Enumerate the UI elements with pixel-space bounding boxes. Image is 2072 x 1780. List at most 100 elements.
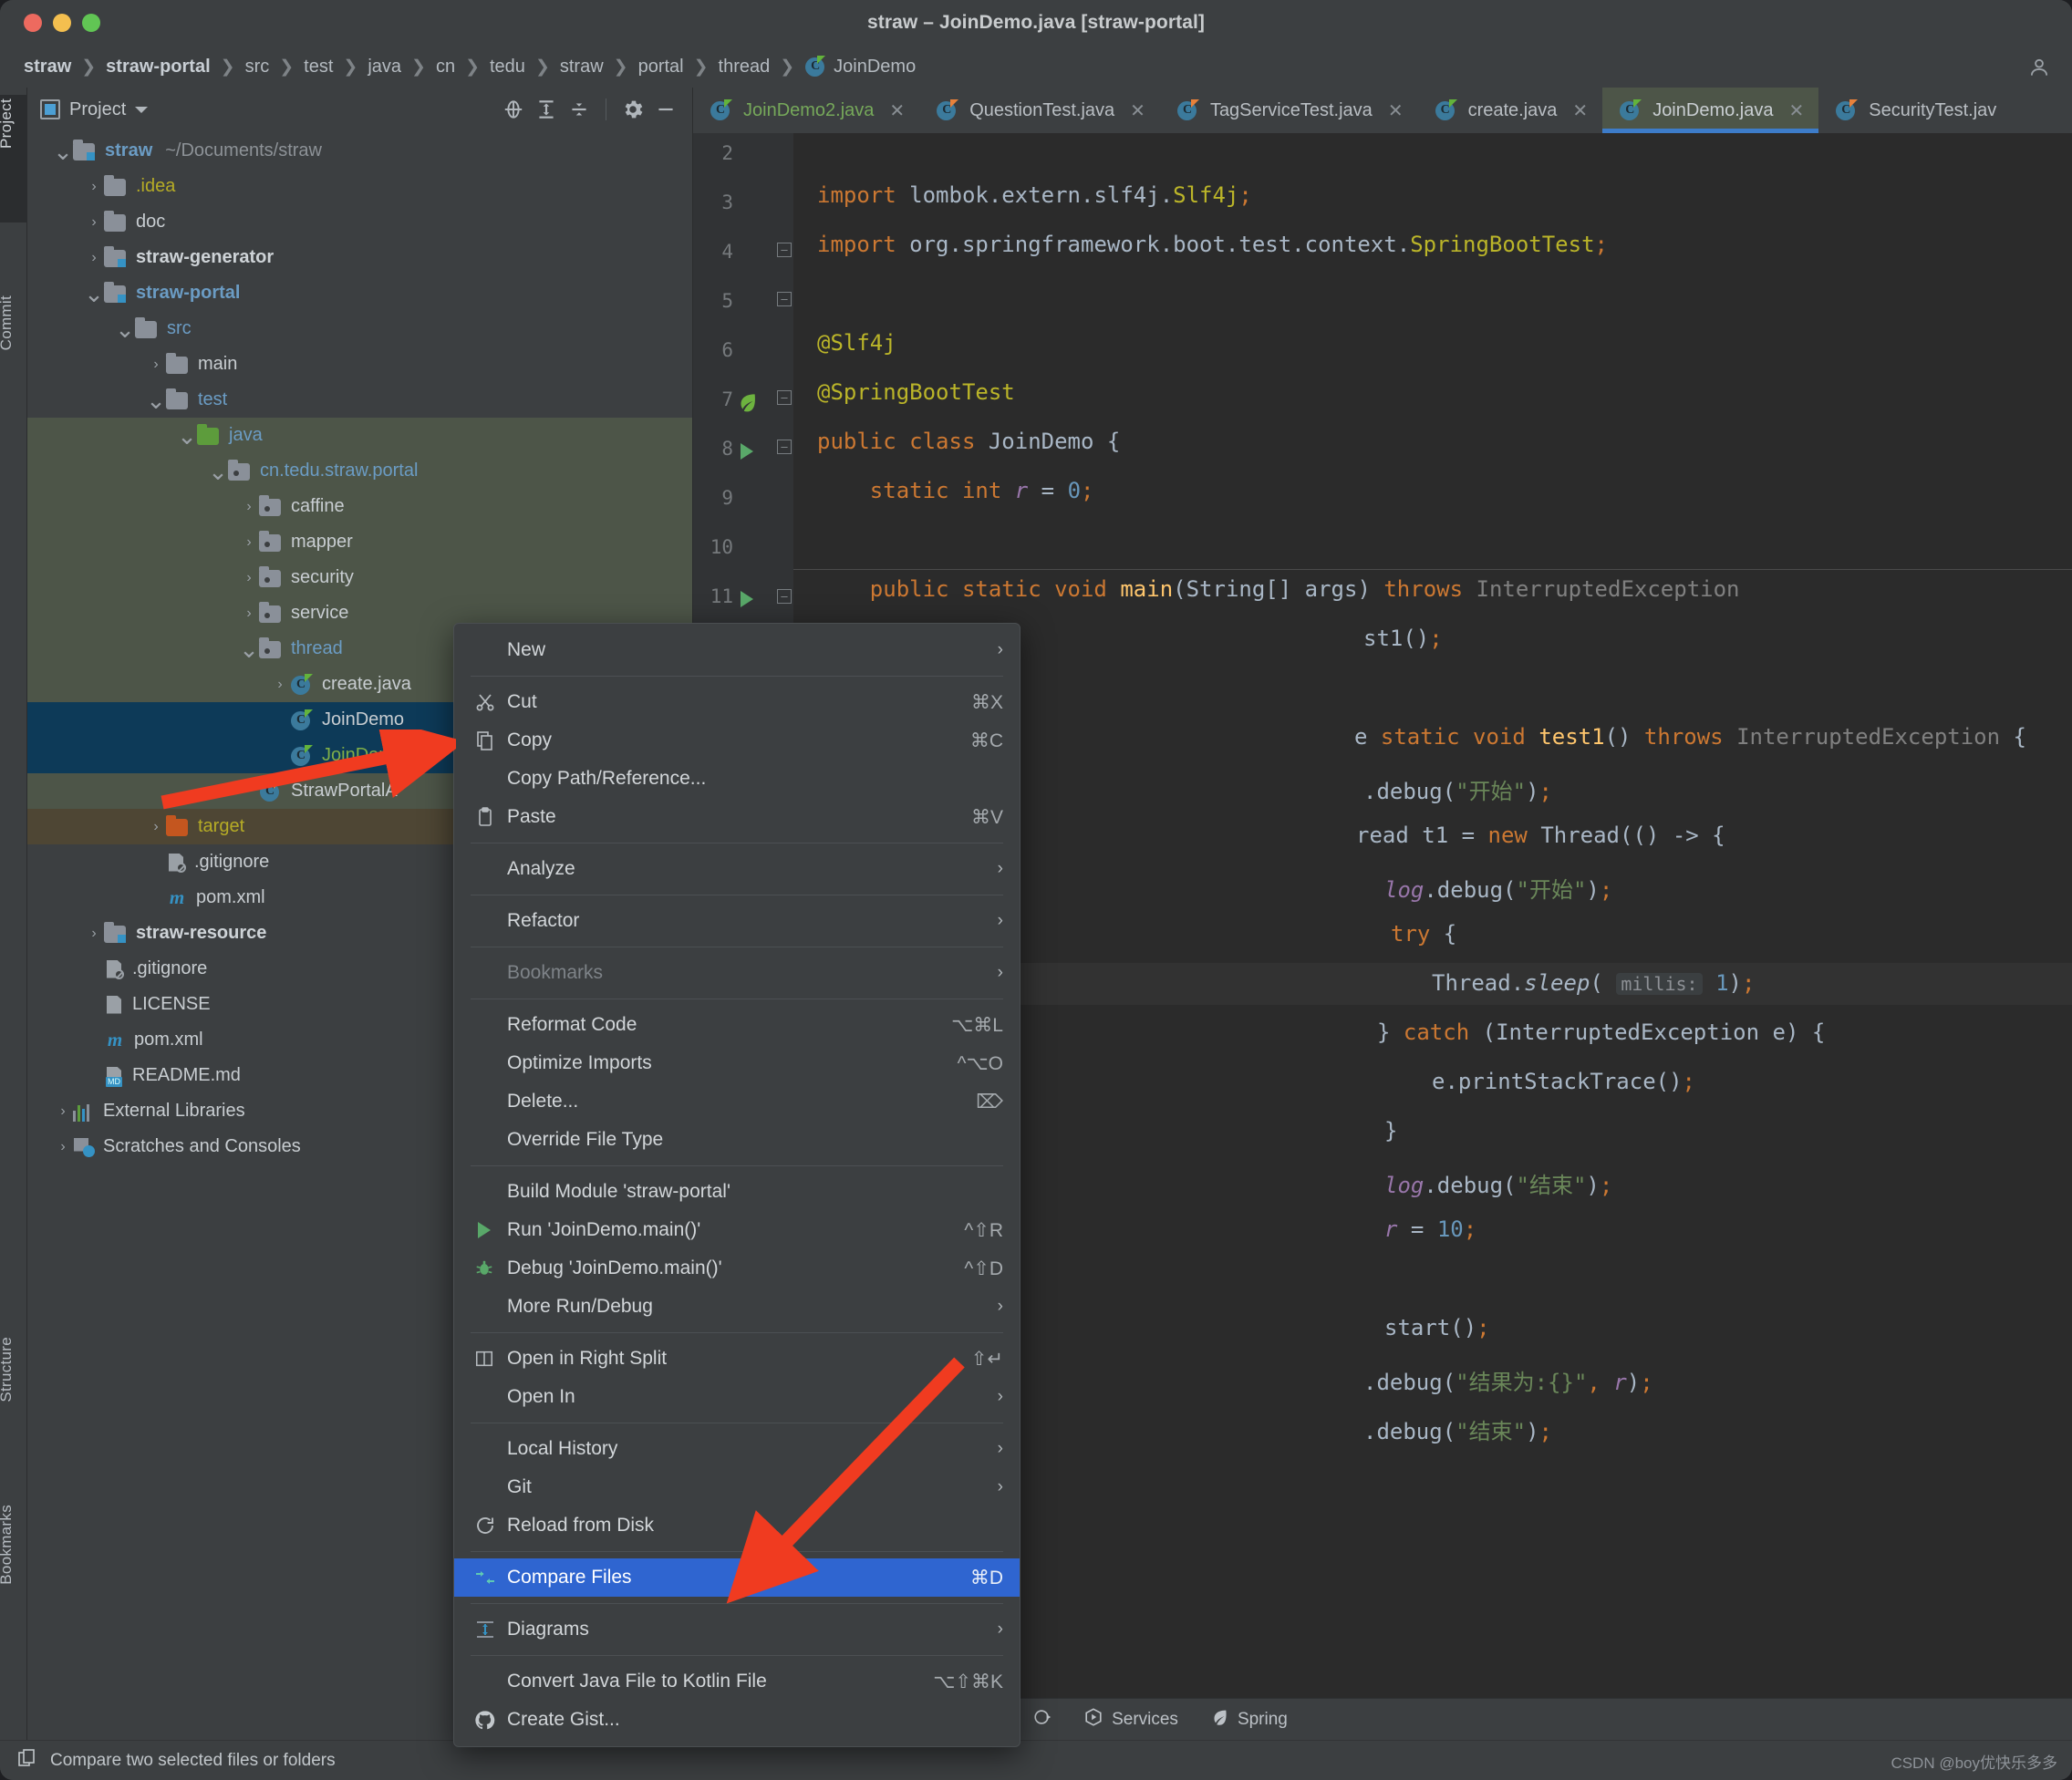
chevron-right-icon[interactable]: › xyxy=(239,570,259,586)
tree-node-caffine[interactable]: › caffine xyxy=(27,489,692,524)
menu-item-reload-from-disk[interactable]: Reload from Disk xyxy=(454,1506,1020,1545)
expand-all-icon[interactable] xyxy=(534,98,558,121)
run-icon[interactable] xyxy=(737,589,757,614)
chevron-right-icon[interactable]: › xyxy=(84,250,104,266)
menu-item-debug-joindemo-main[interactable]: Debug 'JoinDemo.main()' ^⇧D xyxy=(454,1249,1020,1288)
menu-item-open-in-right-split[interactable]: Open in Right Split ⇧↵ xyxy=(454,1340,1020,1378)
chevron-right-icon[interactable]: › xyxy=(53,1139,73,1155)
code-fold-marker[interactable]: – xyxy=(777,589,792,604)
breadcrumb-item-9[interactable]: thread xyxy=(719,57,771,78)
code-fold-marker[interactable]: – xyxy=(777,292,792,306)
tree-node-straw-portal[interactable]: ⌄ straw-portal xyxy=(27,275,692,311)
chevron-right-icon[interactable]: › xyxy=(146,357,166,373)
tool-window-spring[interactable]: Spring xyxy=(1209,1707,1288,1733)
menu-item-reformat-code[interactable]: Reformat Code ⌥⌘L xyxy=(454,1006,1020,1044)
editor-tab-create-java[interactable]: create.java ✕ xyxy=(1418,88,1603,133)
code-fold-marker[interactable]: – xyxy=(777,440,792,454)
tool-window-services[interactable]: Services xyxy=(1083,1707,1178,1733)
hide-icon[interactable] xyxy=(654,98,678,121)
menu-item-run-joindemo-main[interactable]: Run 'JoinDemo.main()' ^⇧R xyxy=(454,1211,1020,1249)
context-menu[interactable]: New › Cut ⌘X Copy ⌘C Copy Path/Reference... Pas… xyxy=(453,623,1020,1747)
tree-node--idea[interactable]: › .idea xyxy=(27,169,692,204)
chevron-right-icon[interactable]: › xyxy=(84,214,104,231)
tree-node-straw-generator[interactable]: › straw-generator xyxy=(27,240,692,275)
breadcrumb-item-2[interactable]: src xyxy=(245,57,270,78)
editor-tab-bar[interactable]: JoinDemo2.java✕QuestionTest.java✕TagServ… xyxy=(693,88,2072,133)
menu-item-convert-java-file-to-kotlin-file[interactable]: Convert Java File to Kotlin File ⌥⇧⌘K xyxy=(454,1662,1020,1701)
code-fold-marker[interactable]: – xyxy=(777,390,792,405)
menu-item-diagrams[interactable]: Diagrams › xyxy=(454,1610,1020,1649)
menu-item-delete[interactable]: Delete... ⌦ xyxy=(454,1082,1020,1121)
close-tab-icon[interactable]: ✕ xyxy=(1388,99,1404,122)
editor-tab-tagservicetest-java[interactable]: TagServiceTest.java ✕ xyxy=(1160,88,1418,133)
breadcrumb-item-0[interactable]: straw xyxy=(24,57,71,78)
chevron-down-icon[interactable]: ⌄ xyxy=(53,140,73,163)
breadcrumb-item-1[interactable]: straw-portal xyxy=(106,57,210,78)
menu-item-more-run-debug[interactable]: More Run/Debug › xyxy=(454,1288,1020,1326)
close-tab-icon[interactable]: ✕ xyxy=(889,99,905,122)
breadcrumb-item-7[interactable]: straw xyxy=(560,57,604,78)
close-tab-icon[interactable]: ✕ xyxy=(1788,99,1804,122)
account-icon[interactable] xyxy=(2026,56,2052,85)
menu-item-refactor[interactable]: Refactor › xyxy=(454,902,1020,940)
tool-tab-structure[interactable]: Structure xyxy=(0,1337,16,1402)
menu-item-paste[interactable]: Paste ⌘V xyxy=(454,798,1020,836)
breadcrumb-item-8[interactable]: portal xyxy=(638,57,684,78)
chevron-down-icon[interactable]: ⌄ xyxy=(239,637,259,661)
chevron-down-icon[interactable]: ⌄ xyxy=(177,424,197,448)
settings-gear-icon[interactable] xyxy=(621,98,645,121)
menu-item-build-module-straw-portal[interactable]: Build Module 'straw-portal' xyxy=(454,1173,1020,1211)
tree-node-doc[interactable]: › doc xyxy=(27,204,692,240)
menu-item-cut[interactable]: Cut ⌘X xyxy=(454,683,1020,721)
breadcrumb-item-4[interactable]: java xyxy=(368,57,401,78)
tree-node-cn-tedu-straw-portal[interactable]: ⌄ cn.tedu.straw.portal xyxy=(27,453,692,489)
chevron-right-icon[interactable]: › xyxy=(84,179,104,195)
tree-node-src[interactable]: ⌄ src xyxy=(27,311,692,347)
menu-item-git[interactable]: Git › xyxy=(454,1468,1020,1506)
tree-node-test[interactable]: ⌄ test xyxy=(27,382,692,418)
breadcrumb-item-5[interactable]: cn xyxy=(436,57,455,78)
chevron-down-icon[interactable]: ⌄ xyxy=(146,388,166,412)
chevron-right-icon[interactable]: › xyxy=(146,819,166,835)
tree-node-security[interactable]: › security xyxy=(27,560,692,595)
menu-item-new[interactable]: New › xyxy=(454,631,1020,669)
project-panel-title[interactable]: Project xyxy=(69,99,126,120)
chevron-down-icon[interactable]: ⌄ xyxy=(208,460,228,483)
menu-item-create-gist[interactable]: Create Gist... xyxy=(454,1701,1020,1739)
spring-leaf-icon[interactable] xyxy=(735,390,759,419)
breadcrumb-item-6[interactable]: tedu xyxy=(490,57,525,78)
menu-item-copy-path-reference[interactable]: Copy Path/Reference... xyxy=(454,760,1020,798)
tool-window-profiler-icon[interactable] xyxy=(1032,1707,1052,1733)
chevron-down-icon[interactable] xyxy=(135,106,149,113)
tree-node-mapper[interactable]: › mapper xyxy=(27,524,692,560)
breadcrumb-item-class[interactable]: JoinDemo xyxy=(804,56,916,78)
menu-item-override-file-type[interactable]: Override File Type xyxy=(454,1121,1020,1159)
chevron-right-icon[interactable]: › xyxy=(239,534,259,551)
tree-node-straw[interactable]: ⌄ straw ~/Documents/straw xyxy=(27,133,692,169)
chevron-right-icon[interactable]: › xyxy=(270,677,290,693)
breadcrumb-item-3[interactable]: test xyxy=(304,57,333,78)
close-tab-icon[interactable]: ✕ xyxy=(1572,99,1588,122)
chevron-down-icon[interactable]: ⌄ xyxy=(115,317,135,341)
menu-item-open-in[interactable]: Open In › xyxy=(454,1378,1020,1416)
editor-tab-joindemo-java[interactable]: JoinDemo.java ✕ xyxy=(1602,88,1819,133)
menu-item-compare-files[interactable]: Compare Files ⌘D xyxy=(454,1558,1020,1597)
run-icon[interactable] xyxy=(737,441,757,466)
menu-item-optimize-imports[interactable]: Optimize Imports ^⌥O xyxy=(454,1044,1020,1082)
menu-item-copy[interactable]: Copy ⌘C xyxy=(454,721,1020,760)
close-tab-icon[interactable]: ✕ xyxy=(1130,99,1145,122)
menu-item-analyze[interactable]: Analyze › xyxy=(454,850,1020,888)
chevron-right-icon[interactable]: › xyxy=(53,1103,73,1120)
tool-tab-project[interactable]: Project xyxy=(0,98,16,149)
chevron-right-icon[interactable]: › xyxy=(84,926,104,942)
tree-node-main[interactable]: › main xyxy=(27,347,692,382)
code-fold-marker[interactable]: – xyxy=(777,243,792,257)
chevron-right-icon[interactable]: › xyxy=(239,605,259,622)
collapse-all-icon[interactable] xyxy=(567,98,591,121)
editor-tab-questiontest-java[interactable]: QuestionTest.java ✕ xyxy=(919,88,1160,133)
menu-item-local-history[interactable]: Local History › xyxy=(454,1430,1020,1468)
editor-tab-joindemo2-java[interactable]: JoinDemo2.java ✕ xyxy=(693,88,919,133)
chevron-down-icon[interactable]: ⌄ xyxy=(84,282,104,305)
editor-tab-securitytest-jav[interactable]: SecurityTest.jav xyxy=(1818,88,2011,133)
tool-tab-commit[interactable]: Commit xyxy=(0,295,16,350)
